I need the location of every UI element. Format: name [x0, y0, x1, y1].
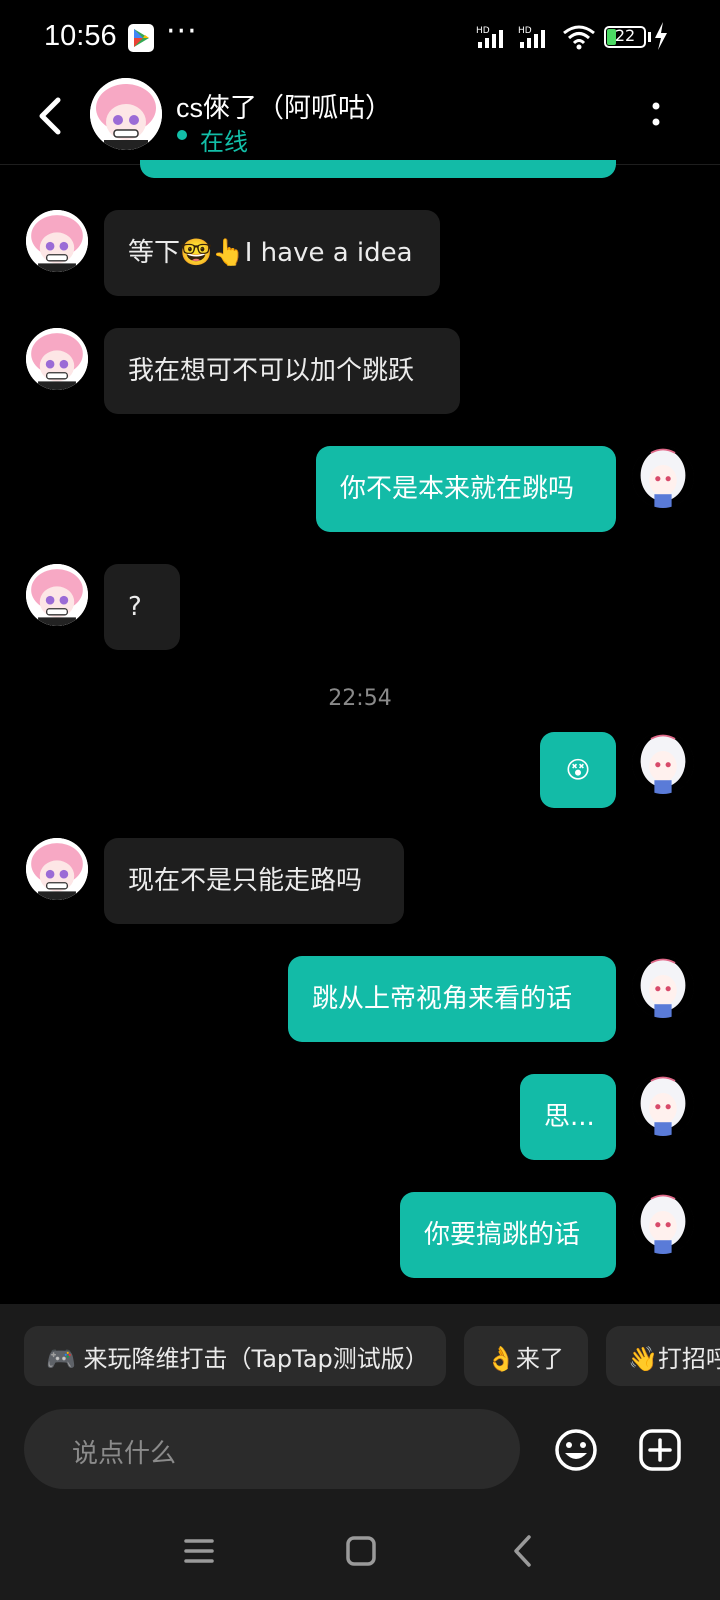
- more-notifications-icon: ···: [166, 14, 198, 49]
- my-avatar[interactable]: [632, 956, 694, 1018]
- svg-text:HD: HD: [518, 26, 532, 36]
- sender-avatar[interactable]: [26, 210, 88, 272]
- message-bubble-incoming[interactable]: 现在不是只能走路吗: [104, 838, 404, 924]
- contact-name: cs倈了（阿呱咕）: [176, 93, 392, 123]
- add-attachment-icon[interactable]: [638, 1428, 682, 1476]
- message-bubble-incoming[interactable]: 等下🤓👆I have a idea: [104, 210, 440, 296]
- message-timestamp: 22:54: [328, 686, 392, 711]
- status-time: 10:56: [44, 20, 117, 52]
- my-avatar[interactable]: [632, 1192, 694, 1254]
- recent-apps-icon[interactable]: [184, 1538, 214, 1568]
- home-icon[interactable]: [346, 1536, 376, 1570]
- battery-level: 22: [614, 26, 636, 45]
- sender-avatar[interactable]: [26, 838, 88, 900]
- play-store-icon: [128, 24, 154, 56]
- sender-avatar[interactable]: [26, 564, 88, 626]
- quick-reply-chip[interactable]: 🎮 来玩降维打击（TapTap测试版）: [24, 1326, 446, 1386]
- battery-icon: 22: [604, 26, 646, 48]
- wifi-icon: [562, 24, 596, 54]
- message-bubble-incoming[interactable]: 我在想可不可以加个跳跃: [104, 328, 460, 414]
- my-avatar[interactable]: [632, 1074, 694, 1136]
- message-bubble-outgoing[interactable]: 你要搞跳的话: [400, 1192, 616, 1278]
- emoji-icon[interactable]: [554, 1428, 598, 1476]
- status-bar: 10:56 ··· HD HD 22: [0, 0, 720, 76]
- quick-reply-row[interactable]: 🎮 来玩降维打击（TapTap测试版） 👌来了 👋打招呼: [0, 1326, 720, 1390]
- system-navigation-bar: [0, 1510, 720, 1600]
- signal-icon: HD HD: [476, 24, 566, 54]
- message-input-placeholder: 说点什么: [72, 1439, 177, 1469]
- quick-reply-chip[interactable]: 👋打招呼: [606, 1326, 720, 1386]
- online-status: 在线: [200, 128, 248, 156]
- partial-message-bubble: [140, 160, 616, 178]
- sender-avatar[interactable]: [26, 328, 88, 390]
- online-dot-icon: [177, 130, 187, 140]
- message-bubble-outgoing[interactable]: 思...: [520, 1074, 616, 1160]
- back-nav-icon[interactable]: [512, 1534, 532, 1572]
- my-avatar[interactable]: [632, 446, 694, 508]
- contact-avatar[interactable]: [90, 78, 162, 150]
- quick-reply-chip[interactable]: 👌来了: [464, 1326, 588, 1386]
- more-options-icon[interactable]: [650, 100, 662, 134]
- message-bubble-outgoing[interactable]: 跳从上帝视角来看的话: [288, 956, 616, 1042]
- charging-icon: [654, 22, 668, 54]
- message-bubble-outgoing[interactable]: 你不是本来就在跳吗: [316, 446, 616, 532]
- message-bubble-outgoing-emoji[interactable]: 😵: [540, 732, 616, 808]
- battery-tip: [648, 32, 651, 42]
- my-avatar[interactable]: [632, 732, 694, 794]
- back-arrow-icon[interactable]: [36, 96, 64, 140]
- svg-text:HD: HD: [476, 26, 490, 36]
- message-bubble-incoming[interactable]: ?: [104, 564, 180, 650]
